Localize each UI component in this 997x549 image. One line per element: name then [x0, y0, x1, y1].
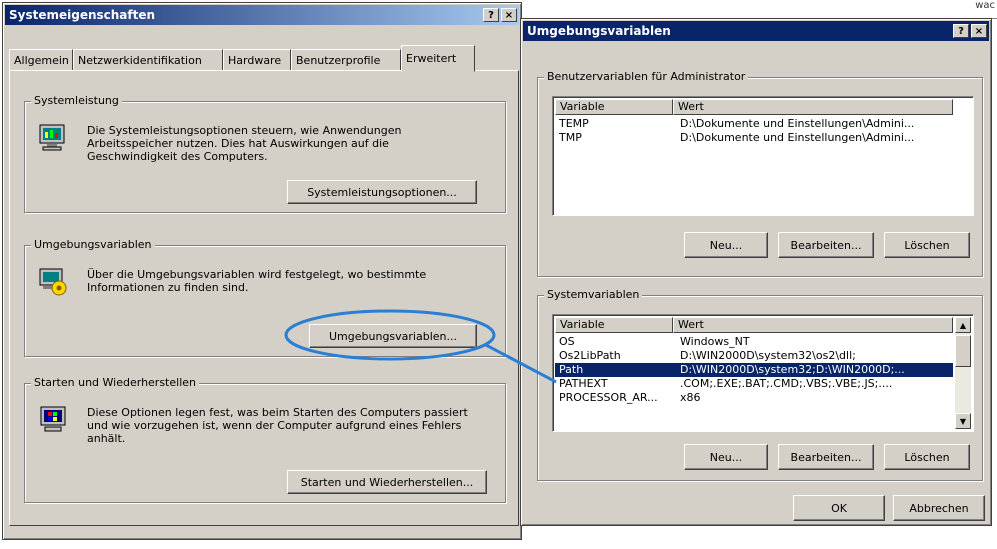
column-value[interactable]: Wert — [673, 317, 953, 333]
performance-group-label: Systemleistung — [31, 94, 122, 107]
variable-name: TEMP — [559, 117, 589, 130]
environment-gear-icon — [39, 268, 67, 296]
performance-description: Die Systemleistungsoptionen steuern, wie… — [87, 124, 402, 163]
variable-value: D:\WIN2000D\system32\os2\dll; — [680, 349, 856, 362]
user-new-button[interactable]: Neu... — [684, 232, 768, 258]
variable-value: Windows_NT — [680, 335, 750, 348]
user-variables-list[interactable]: Variable Wert TEMP D:\Dokumente und Eins… — [552, 96, 974, 216]
list-item[interactable]: TMP D:\Dokumente und Einstellungen\Admin… — [555, 131, 953, 145]
system-variables-list[interactable]: Variable Wert OS Windows_NT Os2LibPath D… — [552, 314, 974, 432]
cancel-button[interactable]: Abbrechen — [893, 495, 985, 521]
system-properties-dialog: Systemeigenschaften ? × Allgemein Netzwe… — [2, 2, 522, 540]
system-new-button[interactable]: Neu... — [684, 444, 768, 470]
environment-group: Umgebungsvariablen Über die Umgebungsvar… — [24, 238, 506, 357]
column-value[interactable]: Wert — [673, 99, 953, 115]
close-button[interactable]: × — [971, 24, 987, 38]
help-button[interactable]: ? — [483, 8, 499, 22]
system-edit-button[interactable]: Bearbeiten... — [778, 444, 874, 470]
variable-value: D:\Dokumente und Einstellungen\Admini... — [680, 131, 915, 144]
list-item-selected[interactable]: Path D:\WIN2000D\system32;D:\WIN2000D;..… — [555, 363, 953, 377]
system-variables-header: Variable Wert — [555, 317, 971, 333]
scroll-down-arrow-icon[interactable]: ▼ — [955, 413, 971, 429]
system-delete-button[interactable]: Löschen — [884, 444, 970, 470]
scroll-up-arrow-icon[interactable]: ▲ — [955, 317, 971, 333]
user-variables-label: Benutzervariablen für Administrator — [544, 70, 749, 83]
startup-description: Diese Optionen legen fest, was beim Star… — [87, 406, 468, 445]
list-item[interactable]: OS Windows_NT — [555, 335, 953, 349]
ok-button[interactable]: OK — [793, 495, 885, 521]
tab-allgemein[interactable]: Allgemein — [9, 49, 73, 71]
list-item[interactable]: TEMP D:\Dokumente und Einstellungen\Admi… — [555, 117, 953, 131]
user-variables-group: Benutzervariablen für Administrator Vari… — [537, 70, 983, 277]
background-window-text: wac — [975, 0, 995, 11]
startup-group: Starten und Wiederherstellen Diese Optio… — [24, 376, 506, 503]
tab-benutzerprofile[interactable]: Benutzerprofile — [291, 49, 401, 71]
system-properties-titlebar[interactable]: Systemeigenschaften ? × — [5, 5, 519, 25]
startup-group-label: Starten und Wiederherstellen — [31, 376, 199, 389]
help-button[interactable]: ? — [953, 24, 969, 38]
environment-variables-button[interactable]: Umgebungsvariablen... — [309, 324, 477, 348]
startup-recovery-icon — [40, 406, 66, 432]
variable-value: x86 — [680, 391, 701, 404]
variable-value: D:\WIN2000D\system32;D:\WIN2000D;... — [680, 363, 905, 376]
performance-options-button[interactable]: Systemleistungsoptionen... — [287, 180, 477, 204]
close-button[interactable]: × — [501, 8, 517, 22]
erweitert-panel: Systemleistung Die Systemleistungsoption… — [9, 70, 519, 526]
scroll-thumb[interactable] — [955, 335, 971, 367]
variable-name: Os2LibPath — [559, 349, 621, 362]
variable-name: TMP — [559, 131, 582, 144]
tab-erweitert[interactable]: Erweitert — [401, 45, 475, 72]
monitor-performance-icon — [39, 124, 65, 151]
column-variable[interactable]: Variable — [555, 317, 673, 333]
variable-value: .COM;.EXE;.BAT;.CMD;.VBS;.VBE;.JS;.... — [680, 377, 893, 390]
user-delete-button[interactable]: Löschen — [884, 232, 970, 258]
list-item[interactable]: PATHEXT .COM;.EXE;.BAT;.CMD;.VBS;.VBE;.J… — [555, 377, 953, 391]
variable-name: PROCESSOR_AR... — [559, 391, 658, 404]
environment-group-label: Umgebungsvariablen — [31, 238, 155, 251]
tab-hardware[interactable]: Hardware — [223, 49, 291, 71]
environment-variables-titlebar[interactable]: Umgebungsvariablen ? × — [523, 21, 989, 41]
background-window-fragment: wac — [680, 0, 997, 19]
variable-name: Path — [559, 363, 584, 376]
variable-name: PATHEXT — [559, 377, 608, 390]
list-item[interactable]: Os2LibPath D:\WIN2000D\system32\os2\dll; — [555, 349, 953, 363]
tab-netzwerkidentifikation[interactable]: Netzwerkidentifikation — [73, 49, 223, 71]
list-item[interactable]: PROCESSOR_AR... x86 — [555, 391, 953, 405]
vertical-scrollbar[interactable]: ▲ ▼ — [955, 317, 971, 429]
variable-name: OS — [559, 335, 575, 348]
startup-recovery-button[interactable]: Starten und Wiederherstellen... — [287, 470, 487, 494]
system-properties-title: Systemeigenschaften — [9, 8, 156, 22]
environment-variables-title: Umgebungsvariablen — [527, 24, 671, 38]
performance-group: Systemleistung Die Systemleistungsoption… — [24, 94, 506, 213]
column-variable[interactable]: Variable — [555, 99, 673, 115]
environment-variables-dialog: Umgebungsvariablen ? × Benutzervariablen… — [520, 18, 992, 526]
system-variables-group: Systemvariablen Variable Wert OS Windows… — [537, 288, 983, 481]
environment-description: Über die Umgebungsvariablen wird festgel… — [87, 268, 427, 294]
user-edit-button[interactable]: Bearbeiten... — [778, 232, 874, 258]
variable-value: D:\Dokumente und Einstellungen\Admini... — [680, 117, 915, 130]
system-variables-label: Systemvariablen — [544, 288, 643, 301]
user-variables-header: Variable Wert — [555, 99, 971, 115]
